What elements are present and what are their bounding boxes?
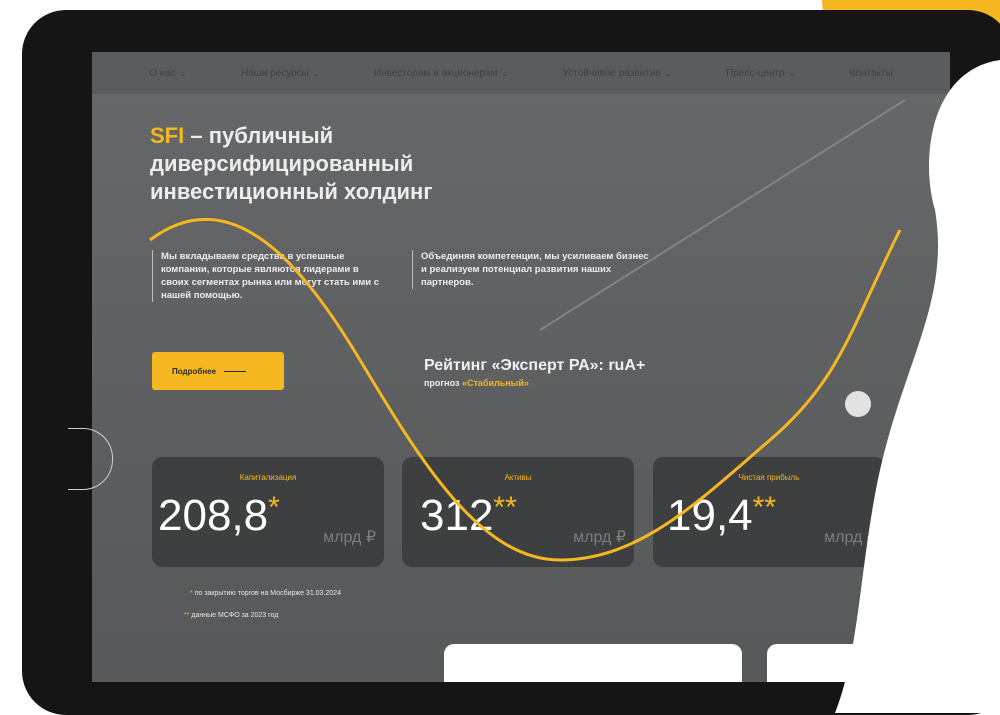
brand-name: SFI [150,123,185,148]
stat-number: 19,4 [667,491,753,540]
website-screen: О нас ⌄ Наши ресурсы ⌄ Инвесторам и акцион… [92,52,950,682]
hero-title-text: – публичный диверсифицированный инвестиц… [150,123,433,204]
stat-unit: млрд ₽ [323,529,376,546]
chevron-down-icon: ⌄ [664,68,672,78]
chevron-down-icon: ⌄ [179,68,187,78]
nav-item-about[interactable]: О нас ⌄ [149,68,186,79]
forecast-prefix: прогноз [424,378,462,388]
footnote-text: данные МСФО за 2023 год [191,612,279,619]
nav-label: Устойчивое развитие [562,67,661,79]
stat-number: 312 [420,491,494,540]
stat-card-net-profit: Чистая прибыль 19,4** млрд ₽ [653,457,885,567]
stat-footnote-marker: * [268,491,280,524]
more-button-label: Подробнее [172,366,217,376]
nav-label: О нас [149,67,176,79]
top-navigation: О нас ⌄ Наши ресурсы ⌄ Инвесторам и акцион… [92,52,950,94]
news-card[interactable] [767,644,950,682]
stat-unit: млрд ₽ [824,529,877,546]
stat-value: 19,4** [667,491,776,541]
intro-text-left: Мы вкладываем средства в успешные компан… [152,250,381,302]
stat-label: Капитализация [239,473,297,482]
news-card[interactable] [444,644,742,682]
hero-title: SFI – публичный диверсифицированный инве… [150,122,570,206]
nav-label: Контакты [849,67,893,79]
forecast-value[interactable]: «Стабильный» [462,378,529,388]
intro-text-right: Объединяя компетенции, мы усиливаем бизн… [412,250,651,289]
stat-label: Чистая прибыль [738,473,800,482]
arrow-line-icon [224,370,247,372]
chevron-down-icon: ⌄ [501,68,509,78]
rating-title: Рейтинг «Эксперт РА»: ruA+ [424,357,646,374]
chevron-down-icon: ⌄ [788,68,796,78]
stat-value: 208,8* [158,491,280,541]
nav-label: Пресс-центр [726,67,785,79]
rating-forecast: прогноз «Стабильный» [424,378,529,388]
stat-footnote-marker: ** [752,491,776,524]
more-button[interactable]: Подробнее [152,352,284,390]
nav-label: Наши ресурсы [240,67,309,79]
stat-label: Активы [504,473,532,482]
stat-card-assets: Активы 312** млрд ₽ [402,457,634,567]
stat-unit: млрд ₽ [573,529,626,546]
stat-number: 208,8 [158,491,269,540]
nav-item-resources[interactable]: Наши ресурсы ⌄ [241,68,320,79]
stat-card-capitalization: Капитализация 208,8* млрд ₽ [152,457,384,567]
footnote-1: * по закрытию торгов на Мосбирже 31.03.2… [190,590,341,597]
footnote-marker: * [190,590,193,597]
chevron-down-icon: ⌄ [312,68,320,78]
nav-item-press[interactable]: Пресс-центр ⌄ [726,68,795,79]
footnote-2: ** данные МСФО за 2023 год [184,612,278,619]
nav-label: Инвесторам и акционерам [373,67,498,79]
footnote-marker: ** [184,612,190,619]
footnote-text: по закрытию торгов на Мосбирже 31.03.202… [194,590,341,597]
nav-item-investors[interactable]: Инвесторам и акционерам ⌄ [374,68,508,79]
stat-footnote-marker: ** [493,491,517,524]
nav-item-sustainability[interactable]: Устойчивое развитие ⌄ [563,68,672,79]
nav-item-contacts[interactable]: Контакты [850,68,893,79]
stat-value: 312** [420,491,517,541]
